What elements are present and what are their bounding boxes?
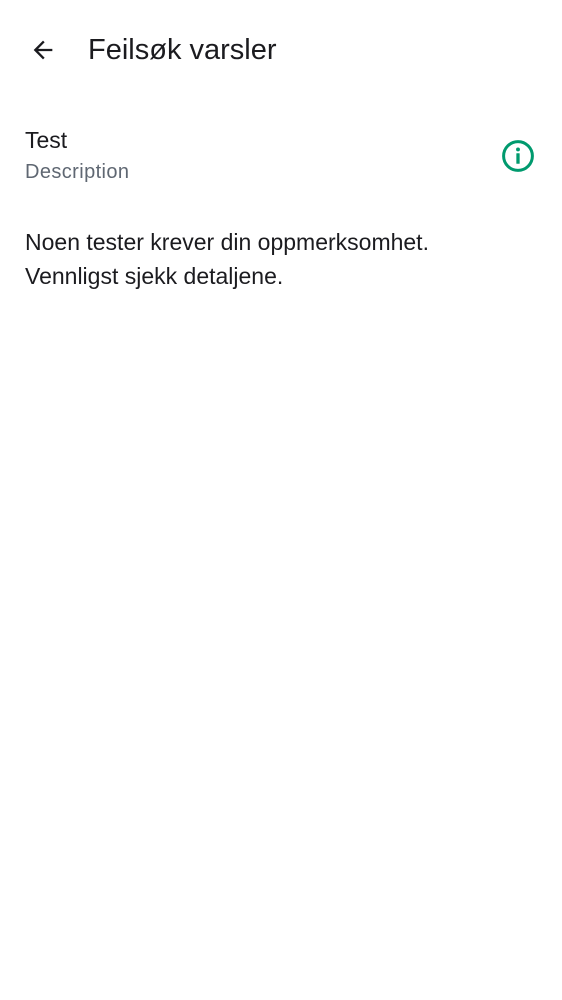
top-app-bar: Feilsøk varsler [0, 0, 562, 100]
list-item-test[interactable]: Test Description [0, 116, 562, 198]
message-line-2: Vennligst sjekk detaljene. [25, 263, 284, 289]
message-line-1: Noen tester krever din oppmerksomhet. [25, 229, 429, 255]
arrow-back-icon [29, 36, 57, 64]
page-title: Feilsøk varsler [88, 34, 277, 66]
test-description: Description [25, 161, 130, 183]
back-button[interactable] [19, 26, 67, 74]
status-message: Noen tester krever din oppmerksomhet. Ve… [25, 225, 537, 293]
info-button[interactable] [494, 132, 542, 180]
info-icon [500, 138, 536, 174]
test-title: Test [25, 127, 68, 153]
